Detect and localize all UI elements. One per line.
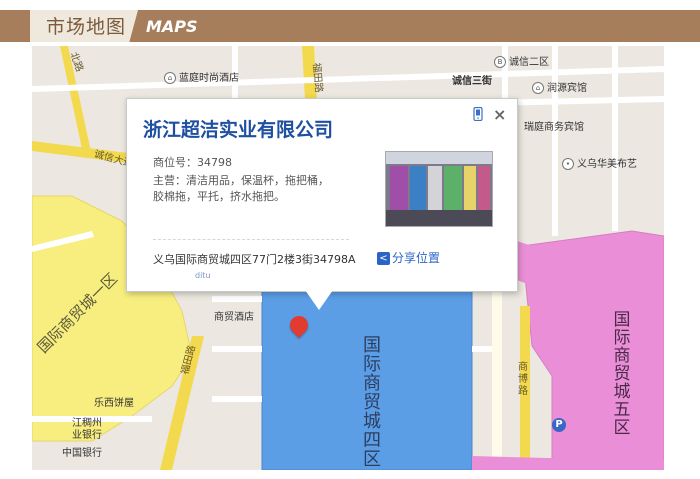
shop-address: 义乌国际商贸城四区77门2楼3街34798A [153,253,356,266]
map-brand-logo: ditu [195,271,211,280]
parking-icon[interactable]: P [552,418,566,432]
shop-info-popup: 浙江超洁实业有限公司 × 商位号：34798 主营：清洁用品，保温杯，拖把桶， … [126,98,518,292]
popup-pointer [305,290,333,310]
hotel-icon: ⌂ [532,82,544,94]
poi-huamei[interactable]: • 义乌华美布艺 [562,158,637,171]
share-location-button[interactable]: < 分享位置 [377,249,440,266]
poi-lanting[interactable]: ⌂ 蓝庭时尚酒店 [164,72,239,85]
district-four-label: 国际商贸城四区 [363,335,381,470]
road-futian: 福田路 [310,62,324,94]
poi-bank2[interactable]: 业银行 [72,430,102,442]
shop-photo[interactable] [385,151,493,227]
booth-number: 商位号：34798 [153,156,232,169]
hotel-icon: ⌂ [164,72,176,84]
poi-ruiting[interactable]: 瑞庭商务宾馆 [524,122,584,134]
poi-chengxin3[interactable]: 诚信三街 [452,76,492,88]
poi-bank1[interactable]: 江稠州 [72,418,102,430]
poi-chengxin2[interactable]: B 诚信二区 [494,56,549,69]
share-icon: < [377,252,390,265]
building-icon: B [494,56,506,68]
company-name[interactable]: 浙江超洁实业有限公司 [143,119,333,141]
location-dot-icon: • [562,158,574,170]
poi-lexi[interactable]: 乐西饼屋 [94,398,134,410]
district-five-label: 国际商贸城五区 [613,310,631,438]
section-header: 市场地图 MAPS [0,0,700,42]
poi-bank3[interactable]: 中国银行 [62,448,102,460]
business-line-1: 主营：清洁用品，保温杯，拖把桶， [153,174,329,187]
road-shangbo: 商博路 [518,362,528,397]
section-subtitle: MAPS [146,17,198,36]
popup-divider [153,239,349,240]
business-line-2: 胶棉拖，平托，挤水拖把。 [153,190,285,203]
poi-runyuan[interactable]: ⌂ 润源宾馆 [532,82,587,95]
phone-icon[interactable] [473,106,483,125]
close-icon[interactable]: × [493,105,506,124]
poi-maoyi-hotel[interactable]: 商贸酒店 [214,312,254,324]
section-title: 市场地图 [46,16,127,38]
